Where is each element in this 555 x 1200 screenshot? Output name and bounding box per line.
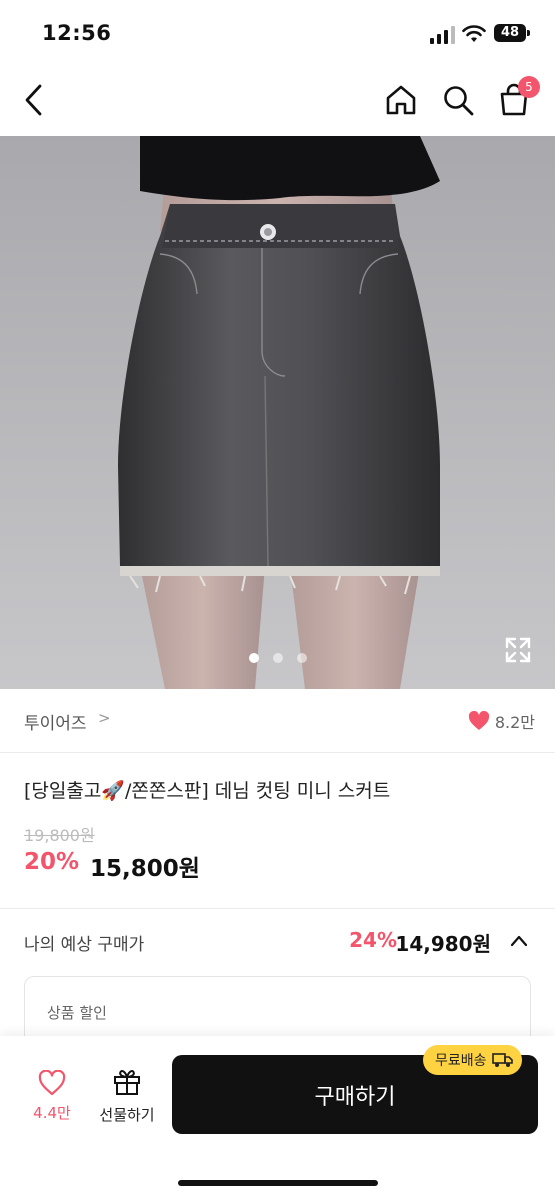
cellular-signal-icon — [430, 26, 455, 44]
status-time: 12:56 — [42, 21, 112, 45]
home-indicator — [178, 1180, 378, 1186]
product-title: [당일출고🚀/쫀쫀스판] 데님 컷팅 미니 스커트 — [24, 776, 534, 803]
expected-price-value: 14,980원 — [395, 932, 491, 956]
heart-outline-icon — [38, 1069, 66, 1096]
heart-filled-icon — [468, 711, 489, 730]
expected-price-row[interactable]: 나의 예상 구매가 24% 14,980원 — [0, 909, 555, 973]
brand-like-count: 8.2만 — [494, 713, 535, 732]
gift-icon — [114, 1070, 140, 1095]
home-button[interactable] — [381, 80, 421, 120]
carousel-dot[interactable] — [296, 653, 307, 663]
free-shipping-badge: 무료배송 — [423, 1045, 522, 1075]
home-icon — [386, 85, 416, 115]
brand-row: 투이어즈 > 8.2만 — [0, 689, 555, 753]
search-icon — [444, 86, 474, 116]
bottom-action-bar: 4.4만 선물하기 구매하기 무료배송 — [0, 1036, 555, 1200]
expected-price-label: 나의 예상 구매가 — [24, 935, 145, 955]
wishlist-count: 4.4만 — [33, 1104, 71, 1122]
status-bar: 12:56 48 — [0, 0, 555, 66]
back-button[interactable] — [14, 80, 54, 120]
product-title-part2: /쫀쫀스판] 데님 컷팅 미니 스커트 — [125, 780, 391, 802]
gift-label: 선물하기 — [99, 1106, 155, 1124]
brand-name-link[interactable]: 투이어즈 — [24, 709, 87, 734]
truck-icon — [491, 1053, 513, 1067]
search-button[interactable] — [438, 80, 478, 120]
product-image[interactable] — [0, 136, 555, 689]
chevron-left-icon — [25, 84, 42, 116]
nav-bar: 5 — [0, 66, 555, 136]
gift-button[interactable]: 선물하기 — [92, 1068, 162, 1132]
discount-rate: 20% — [24, 849, 80, 875]
product-photo — [0, 136, 555, 689]
wishlist-button[interactable]: 4.4만 — [22, 1069, 82, 1132]
chevron-up-icon[interactable] — [509, 931, 529, 951]
original-price: 19,800원 — [24, 826, 95, 845]
rocket-icon: 🚀 — [101, 780, 126, 802]
carousel-dot[interactable] — [272, 653, 283, 663]
brand-like-button[interactable]: 8.2만 — [468, 709, 535, 733]
free-shipping-label: 무료배송 — [435, 1053, 487, 1069]
chevron-right-icon: > — [98, 709, 111, 727]
expected-discount-rate: 24% — [349, 928, 397, 952]
expand-icon[interactable] — [503, 635, 533, 665]
cart-button[interactable]: 5 — [494, 76, 540, 120]
discount-box-title: 상품 할인 — [47, 1004, 107, 1022]
cart-count-badge: 5 — [518, 76, 540, 98]
product-title-part1: [당일출고 — [24, 780, 102, 802]
battery-icon: 48 — [494, 24, 530, 42]
sale-price: 15,800원 — [90, 856, 200, 882]
carousel-dots — [0, 653, 555, 663]
wifi-icon — [462, 25, 486, 42]
carousel-dot[interactable] — [248, 653, 259, 663]
